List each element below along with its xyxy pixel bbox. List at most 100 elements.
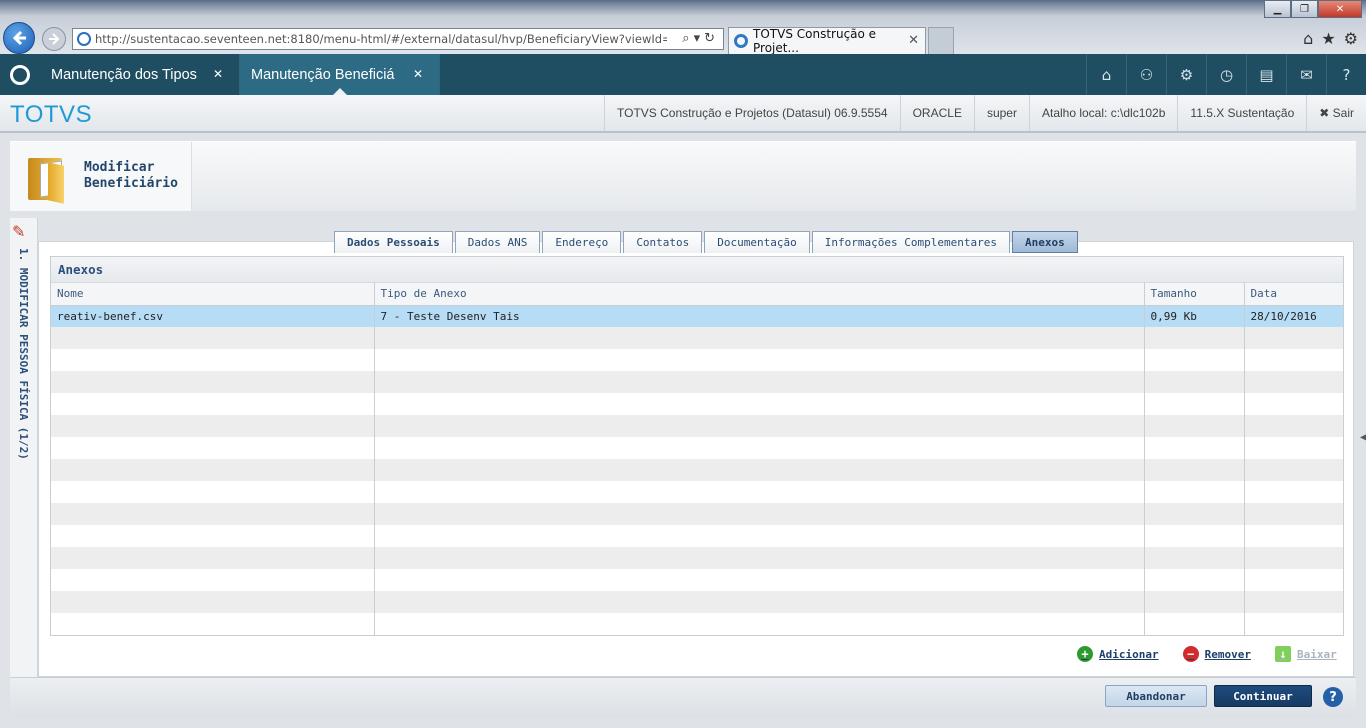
empty-cell	[1244, 547, 1344, 569]
collapse-handle-icon[interactable]: ◀	[1360, 432, 1366, 444]
close-icon[interactable]: ✕	[213, 67, 223, 81]
empty-cell	[1244, 591, 1344, 613]
empty-cell	[51, 525, 375, 547]
sitemap-icon[interactable]: ⚇	[1126, 54, 1166, 95]
continue-button[interactable]: Continuar	[1214, 685, 1312, 707]
search-refresh-icons[interactable]: ⌕▾↻	[682, 31, 719, 46]
browser-forward-button[interactable]	[42, 27, 66, 51]
download-icon: ↓	[1274, 646, 1291, 662]
anexos-table: Nome Tipo de Anexo Tamanho Data reativ-b…	[51, 283, 1344, 635]
app-tab-manutencao-beneficiario[interactable]: Manutenção Beneficiá ✕	[240, 54, 440, 95]
tab-dados-pessoais[interactable]: Dados Pessoais	[334, 231, 453, 253]
address-bar[interactable]: http://sustentacao.seventeen.net:8180/me…	[72, 28, 724, 50]
mail-icon[interactable]: ✉	[1286, 54, 1326, 95]
folder-icon	[28, 154, 70, 204]
window-close-icon[interactable]: ✕	[1318, 0, 1362, 18]
minus-icon: −	[1182, 646, 1199, 662]
column-header-nome[interactable]: Nome	[51, 283, 375, 306]
empty-cell	[1244, 437, 1344, 459]
step-label: 1. MODIFICAR PESSOA FÍSICA (1/2)	[17, 248, 30, 460]
home-icon[interactable]: ⌂	[1086, 54, 1126, 95]
column-header-tamanho[interactable]: Tamanho	[1144, 283, 1245, 306]
remove-label: Remover	[1204, 647, 1251, 661]
empty-cell	[1144, 591, 1245, 613]
column-header-tipo[interactable]: Tipo de Anexo	[374, 283, 1145, 306]
tab-endereco[interactable]: Endereço	[542, 231, 622, 253]
help-button[interactable]: ?	[1323, 687, 1343, 707]
empty-cell	[374, 547, 1145, 569]
cell-tipo: 7 - Teste Desenv Tais	[374, 305, 1145, 327]
totvs-logo: TOTVS	[10, 101, 93, 128]
minimize-icon[interactable]: ▁	[1264, 0, 1291, 18]
empty-cell	[1244, 349, 1344, 371]
empty-cell	[51, 503, 375, 525]
empty-cell	[374, 503, 1145, 525]
table-row-empty	[51, 371, 1344, 393]
add-button[interactable]: + Adicionar	[1077, 646, 1159, 662]
logout-button[interactable]: ✖ Sair	[1306, 95, 1366, 131]
app-tab-manutencao-tipos[interactable]: Manutenção dos Tipos ✕	[40, 54, 240, 95]
empty-cell	[51, 613, 375, 635]
star-icon[interactable]: ★	[1321, 29, 1335, 48]
empty-cell	[1244, 327, 1344, 349]
abandon-button[interactable]: Abandonar	[1105, 685, 1207, 707]
table-row-empty	[51, 415, 1344, 437]
empty-cell	[51, 393, 375, 415]
empty-cell	[51, 547, 375, 569]
browser-toolbar: http://sustentacao.seventeen.net:8180/me…	[0, 0, 1366, 55]
empty-cell	[374, 393, 1145, 415]
column-header-data[interactable]: Data	[1244, 283, 1344, 306]
tab-documentacao[interactable]: Documentação	[704, 231, 810, 253]
gear-icon[interactable]: ⚙	[1344, 29, 1358, 48]
arrow-left-icon	[12, 30, 26, 46]
totvs-menu-logo-icon[interactable]	[0, 54, 40, 95]
table-body: reativ-benef.csv 7 - Teste Desenv Tais 0…	[51, 305, 1344, 635]
document-icon[interactable]: ▤	[1246, 54, 1286, 95]
browser-icons: ⌂ ★ ⚙	[1303, 29, 1358, 48]
new-tab-button[interactable]	[928, 27, 954, 54]
browser-tab-title: TOTVS Construção e Projet...	[753, 27, 877, 55]
table-row-empty	[51, 349, 1344, 371]
tab-anexos[interactable]: Anexos	[1011, 231, 1078, 253]
empty-cell	[1144, 393, 1245, 415]
empty-cell	[51, 569, 375, 591]
empty-cell	[374, 591, 1145, 613]
table-row-empty	[51, 327, 1344, 349]
step-flag-icon: ✎	[12, 222, 26, 241]
home-icon[interactable]: ⌂	[1303, 29, 1313, 48]
tab-informacoes-complementares[interactable]: Informações Complementares	[811, 231, 1010, 253]
page-title: Modificar Beneficiário	[84, 160, 178, 191]
download-button[interactable]: ↓ Baixar	[1274, 646, 1337, 662]
user-name: super	[973, 95, 1029, 131]
table-row-empty	[51, 613, 1344, 635]
maximize-icon[interactable]: ❐	[1291, 0, 1318, 18]
table-row-empty	[51, 437, 1344, 459]
page-header: Modificar Beneficiário	[10, 141, 1356, 211]
empty-cell	[1144, 613, 1245, 635]
arrow-right-icon	[49, 33, 60, 45]
tab-contatos[interactable]: Contatos	[623, 231, 703, 253]
empty-cell	[1144, 481, 1245, 503]
empty-cell	[51, 481, 375, 503]
nav-icon-group: ⌂ ⚇ ⚙ ◷ ▤ ✉ ?	[1086, 54, 1366, 95]
table-row[interactable]: reativ-benef.csv 7 - Teste Desenv Tais 0…	[51, 305, 1344, 327]
gear-icon[interactable]: ⚙	[1166, 54, 1206, 95]
empty-cell	[374, 459, 1145, 481]
browser-back-button[interactable]	[3, 22, 35, 54]
empty-cell	[374, 613, 1145, 635]
browser-tab[interactable]: TOTVS Construção e Projet... ✕	[728, 27, 926, 55]
page-title-box: Modificar Beneficiário	[10, 142, 192, 211]
close-icon[interactable]: ✕	[413, 67, 423, 81]
remove-button[interactable]: − Remover	[1182, 646, 1251, 662]
local-shortcut: Atalho local: c:\dlc102b	[1028, 95, 1177, 131]
table-row-empty	[51, 503, 1344, 525]
table-row-empty	[51, 547, 1344, 569]
clock-icon[interactable]: ◷	[1206, 54, 1246, 95]
app-tab-label: Manutenção dos Tipos	[51, 66, 197, 83]
browser-tab-close-icon[interactable]: ✕	[908, 33, 919, 48]
table-row-empty	[51, 591, 1344, 613]
tab-dados-ans[interactable]: Dados ANS	[454, 231, 541, 253]
help-icon[interactable]: ?	[1326, 54, 1366, 95]
empty-cell	[1244, 393, 1344, 415]
plus-icon: +	[1077, 646, 1093, 662]
